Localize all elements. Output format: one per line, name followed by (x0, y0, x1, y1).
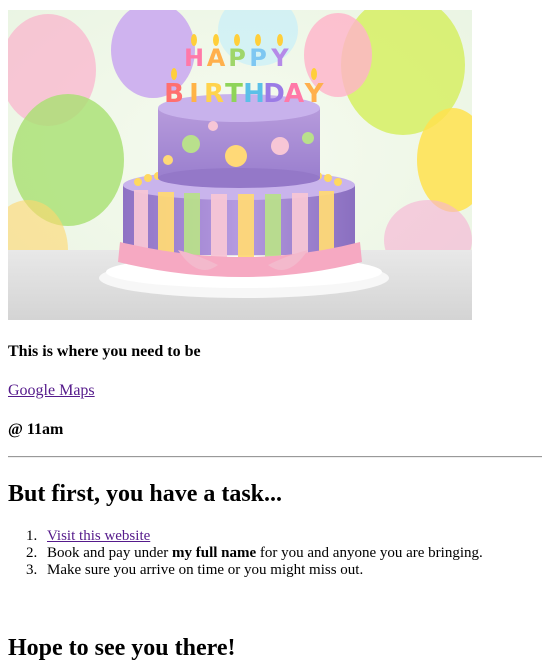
step-number: 2. (26, 545, 38, 561)
google-maps-link[interactable]: Google Maps (8, 381, 95, 401)
candle-letter: P (228, 44, 246, 72)
step-text: Make sure you arrive on time or you migh… (47, 562, 364, 578)
event-time: @ 11am (8, 421, 64, 438)
full-name-emphasis: my full name (171, 545, 257, 561)
step-number: 1. (26, 528, 38, 544)
closing-heading: Hope to see you there! (8, 635, 236, 661)
divider (8, 456, 542, 458)
list-item: 3. Make sure you arrive on time or you m… (8, 562, 483, 579)
step-number: 3. (26, 562, 38, 578)
task-steps-list: 1. Visit this website 2. Book and pay un… (8, 528, 483, 579)
candle-letter: A (284, 79, 304, 109)
step-text: for you and anyone you are bringing. (256, 545, 483, 561)
candle-letter: R (204, 79, 224, 109)
candle-letter: Y (304, 79, 325, 109)
candle-letter: Y (270, 44, 289, 72)
task-heading: But first, you have a task... (8, 481, 283, 507)
location-heading: This is where you need to be (8, 343, 201, 360)
candle-letter: I (189, 79, 199, 109)
candle-letter: H (243, 79, 265, 109)
birthday-cake-image: H A P P Y B I R T H D A Y (8, 10, 472, 320)
candle-letter: T (225, 79, 243, 109)
list-item: 1. Visit this website (8, 528, 483, 545)
candle-letter: B (164, 79, 184, 109)
candle-letter: P (249, 44, 267, 72)
candle-letter: D (263, 79, 285, 109)
visit-website-link[interactable]: Visit this website (47, 528, 150, 544)
step-text: Book and pay under (47, 545, 172, 561)
candle-letter: H (184, 44, 204, 72)
list-item: 2. Book and pay under my full name for y… (8, 545, 483, 562)
candle-letter: A (207, 44, 226, 72)
